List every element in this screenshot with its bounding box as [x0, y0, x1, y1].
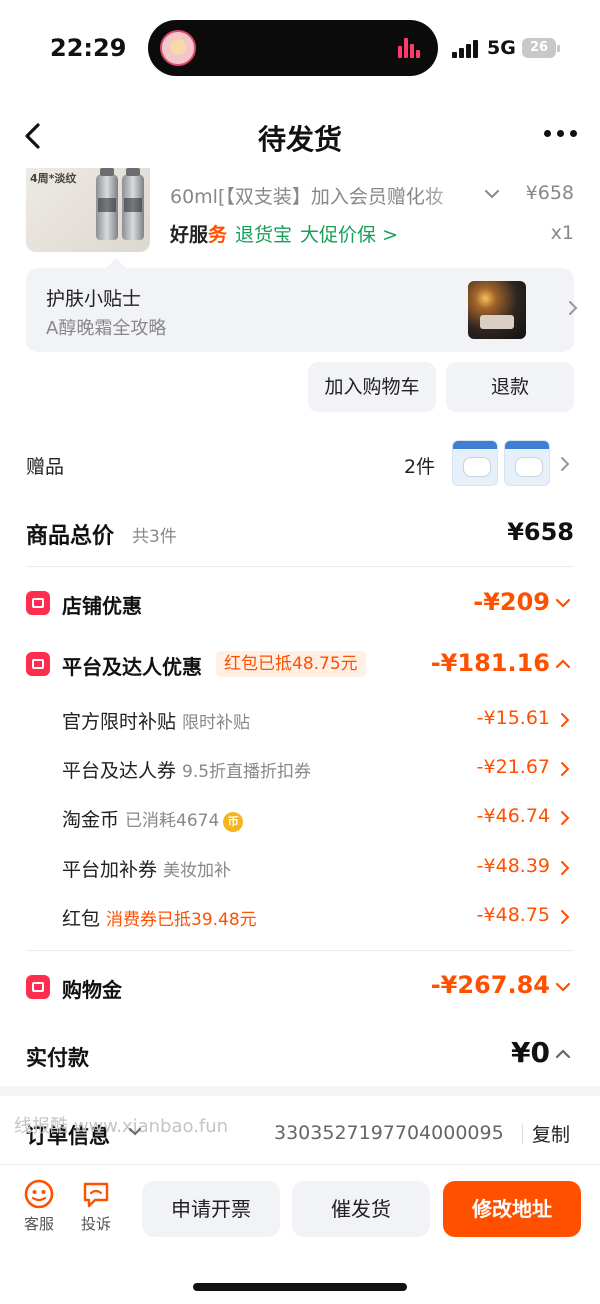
chevron-right-icon — [569, 301, 578, 315]
shopping-gold-label: 购物金 — [62, 978, 122, 1002]
price-protect-tag[interactable]: 大促价保 > — [300, 224, 398, 246]
more-icon[interactable] — [544, 130, 578, 138]
audio-bars-icon — [398, 36, 420, 58]
invoice-button[interactable]: 申请开票 — [142, 1181, 280, 1237]
network-type: 5G — [487, 37, 516, 59]
product-qty: x1 — [550, 222, 574, 244]
red-packet-label: 红包 消费券已抵39.48元 — [62, 908, 257, 930]
red-packet-pill: 红包已抵48.75元 — [216, 651, 366, 677]
subsidy-value: -¥15.61 — [476, 707, 550, 729]
chevron-down-icon[interactable] — [128, 1126, 142, 1138]
taojinbi-row[interactable]: 淘金币 已消耗4674 币 -¥46.74 — [0, 802, 600, 834]
shopping-gold-value: -¥267.84 — [430, 971, 550, 999]
store-discount-row[interactable]: 店铺优惠 -¥209 — [0, 586, 600, 622]
complaint-label: 投诉 — [80, 1215, 111, 1233]
gift-thumbnail-2 — [504, 440, 550, 486]
tips-subtitle: A醇晚霜全攻略 — [46, 318, 167, 339]
status-time: 22:29 — [50, 34, 127, 62]
subsidy-label: 官方限时补贴 限时补贴 — [62, 711, 251, 733]
extra-coupon-label: 平台加补券 美妆加补 — [62, 859, 232, 881]
nav-bar: 待发货 — [0, 108, 600, 164]
extra-coupon-row[interactable]: 平台加补券 美妆加补 -¥48.39 — [0, 852, 600, 884]
dynamic-island — [148, 20, 438, 76]
taojinbi-label: 淘金币 已消耗4674 币 — [62, 805, 244, 832]
tips-title: 护肤小贴士 — [46, 288, 142, 310]
red-packet-value: -¥48.75 — [476, 904, 550, 926]
platform-coupon-icon — [26, 652, 50, 676]
customer-service-label: 客服 — [23, 1215, 54, 1233]
divider — [522, 1124, 523, 1144]
watermark-text: 线报酷 www.xianbao.fun — [14, 1116, 229, 1137]
urge-shipment-button[interactable]: 催发货 — [292, 1181, 430, 1237]
chevron-down-icon[interactable] — [554, 980, 572, 994]
home-indicator[interactable] — [193, 1283, 407, 1291]
complaint-button[interactable]: 投诉 — [71, 1179, 121, 1234]
platform-discount-row[interactable]: 平台及达人优惠 红包已抵48.75元 -¥181.16 — [0, 646, 600, 682]
product-name[interactable]: 60ml[【双支装】加入会员赠化妆 — [170, 182, 470, 209]
store-discount-value: -¥209 — [473, 588, 550, 616]
chevron-right-icon — [561, 861, 570, 875]
gift-row[interactable]: 赠品 2件 — [0, 440, 600, 490]
extra-coupon-value: -¥48.39 — [476, 855, 550, 877]
return-insurance-tag[interactable]: 退货宝 — [235, 224, 292, 246]
chevron-up-icon[interactable] — [554, 1047, 572, 1061]
total-row: 商品总价 共3件 ¥658 — [0, 514, 600, 554]
skincare-tips-card[interactable]: 护肤小贴士 A醇晚霜全攻略 — [26, 258, 578, 352]
product-price: ¥658 — [525, 182, 574, 204]
chevron-right-icon — [561, 713, 570, 727]
chevron-right-icon — [561, 811, 570, 825]
subsidy-row[interactable]: 官方限时补贴 限时补贴 -¥15.61 — [0, 704, 600, 736]
refund-button[interactable]: 退款 — [446, 362, 574, 412]
chevron-right-icon — [561, 762, 570, 776]
section-separator — [0, 1086, 600, 1096]
customer-service-icon — [24, 1179, 54, 1209]
signal-icon — [452, 40, 480, 58]
good-service-badge: 好服务 — [170, 224, 228, 246]
tips-thumbnail — [468, 281, 526, 339]
status-bar: 22:29 5G 26 — [0, 0, 600, 96]
coupon-value: -¥21.67 — [476, 756, 550, 778]
divider — [26, 566, 574, 567]
change-address-button[interactable]: 修改地址 — [443, 1181, 581, 1237]
chevron-down-icon[interactable] — [484, 186, 500, 202]
island-avatar-icon — [160, 30, 196, 66]
gift-count: 2件 — [404, 456, 436, 478]
gift-thumbnail-1 — [452, 440, 498, 486]
chevron-right-icon — [561, 910, 570, 924]
chevron-up-icon[interactable] — [554, 657, 572, 671]
chevron-down-icon[interactable] — [554, 596, 572, 610]
order-number: 3303527197704000095 — [274, 1122, 504, 1144]
taojinbi-value: -¥46.74 — [476, 805, 550, 827]
page-title: 待发货 — [257, 123, 342, 156]
add-to-cart-button[interactable]: 加入购物车 — [308, 362, 436, 412]
store-discount-label: 店铺优惠 — [62, 594, 142, 618]
battery-icon: 26 — [522, 38, 560, 58]
divider — [26, 950, 574, 951]
total-label: 商品总价 — [26, 524, 115, 549]
total-count: 共3件 — [132, 527, 177, 547]
bottom-action-bar: 客服 投诉 申请开票 催发货 修改地址 — [0, 1164, 600, 1304]
customer-service-button[interactable]: 客服 — [14, 1179, 64, 1234]
platform-discount-label: 平台及达人优惠 — [62, 655, 202, 679]
complaint-icon — [83, 1182, 109, 1208]
coupon-row[interactable]: 平台及达人券 9.5折直播折扣券 -¥21.67 — [0, 753, 600, 785]
actual-payment-row: 实付款 ¥0 — [0, 1034, 600, 1076]
red-packet-row[interactable]: 红包 消费券已抵39.48元 -¥48.75 — [0, 901, 600, 933]
product-image-tag: 4周*淡纹 — [30, 172, 77, 185]
chevron-right-icon — [561, 457, 570, 471]
product-item[interactable]: 4周*淡纹 60ml[【双支装】加入会员赠化妆 ¥658 好服务 退货宝 大促价保 … — [0, 168, 600, 258]
coupon-label: 平台及达人券 9.5折直播折扣券 — [62, 760, 312, 782]
coin-icon: 币 — [223, 812, 244, 832]
copy-button[interactable]: 复制 — [532, 1120, 570, 1147]
shopping-gold-row[interactable]: 购物金 -¥267.84 — [0, 968, 600, 1006]
payment-label: 实付款 — [26, 1046, 89, 1070]
shopping-bag-icon — [26, 975, 50, 999]
store-icon — [26, 591, 50, 615]
gift-label: 赠品 — [26, 456, 65, 478]
payment-value: ¥0 — [511, 1036, 550, 1069]
total-value: ¥658 — [507, 518, 574, 546]
service-tags: 好服务 退货宝 大促价保 > — [170, 220, 398, 247]
platform-discount-value: -¥181.16 — [430, 649, 550, 677]
product-image[interactable]: 4周*淡纹 — [26, 168, 150, 252]
